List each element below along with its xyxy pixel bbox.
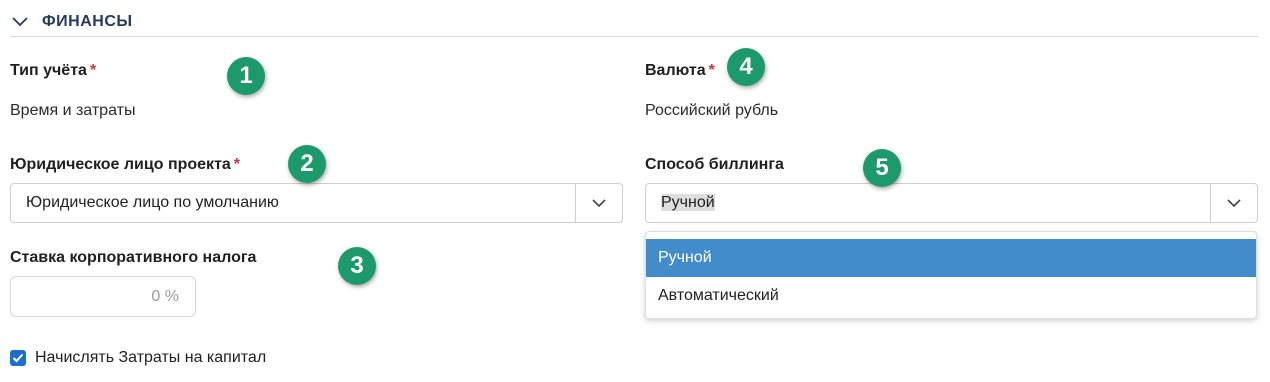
billing-method-dropdown-list: Ручной Автоматический xyxy=(645,231,1257,319)
required-mark: * xyxy=(708,62,715,79)
annotation-badge-4: 4 xyxy=(727,48,765,86)
section-header-finance[interactable]: ФИНАНСЫ xyxy=(10,8,1258,37)
required-mark: * xyxy=(233,156,241,173)
capital-costs-checkbox[interactable] xyxy=(10,350,26,366)
legal-entity-selected-value: Юридическое лицо по умолчанию xyxy=(26,194,279,211)
capital-costs-row[interactable]: Начислять Затраты на капитал xyxy=(10,349,266,367)
accounting-type-label: Тип учёта * xyxy=(10,62,97,79)
annotation-badge-3: 3 xyxy=(338,247,376,285)
annotation-badge-2: 2 xyxy=(288,145,326,183)
billing-method-label: Способ биллинга xyxy=(645,156,784,173)
corporate-tax-label: Ставка корпоративного налога xyxy=(10,249,257,266)
corporate-tax-input[interactable]: 0 % xyxy=(10,276,196,317)
required-mark: * xyxy=(89,62,97,79)
capital-costs-label: Начислять Затраты на капитал xyxy=(35,349,267,366)
billing-method-dropdown-button[interactable] xyxy=(1210,184,1257,222)
annotation-badge-1: 1 xyxy=(227,57,265,95)
chevron-down-icon[interactable] xyxy=(10,12,30,32)
section-title: ФИНАНСЫ xyxy=(42,13,133,30)
annotation-badge-5: 5 xyxy=(863,149,901,187)
legal-entity-dropdown-button[interactable] xyxy=(575,184,622,222)
option-automatic[interactable]: Автоматический xyxy=(646,277,1256,315)
legal-entity-label: Юридическое лицо проекта * xyxy=(10,156,241,173)
check-icon xyxy=(12,353,24,363)
currency-value: Российский рубль xyxy=(645,102,779,119)
billing-method-select[interactable]: Ручной xyxy=(645,183,1258,223)
accounting-type-value: Время и затраты xyxy=(10,102,136,119)
legal-entity-select[interactable]: Юридическое лицо по умолчанию xyxy=(10,183,623,223)
chevron-down-icon xyxy=(1227,199,1241,207)
option-manual[interactable]: Ручной xyxy=(646,239,1256,277)
billing-method-selected-value[interactable]: Ручной xyxy=(661,194,715,211)
currency-label: Валюта * xyxy=(645,62,715,79)
chevron-down-icon xyxy=(592,199,606,207)
